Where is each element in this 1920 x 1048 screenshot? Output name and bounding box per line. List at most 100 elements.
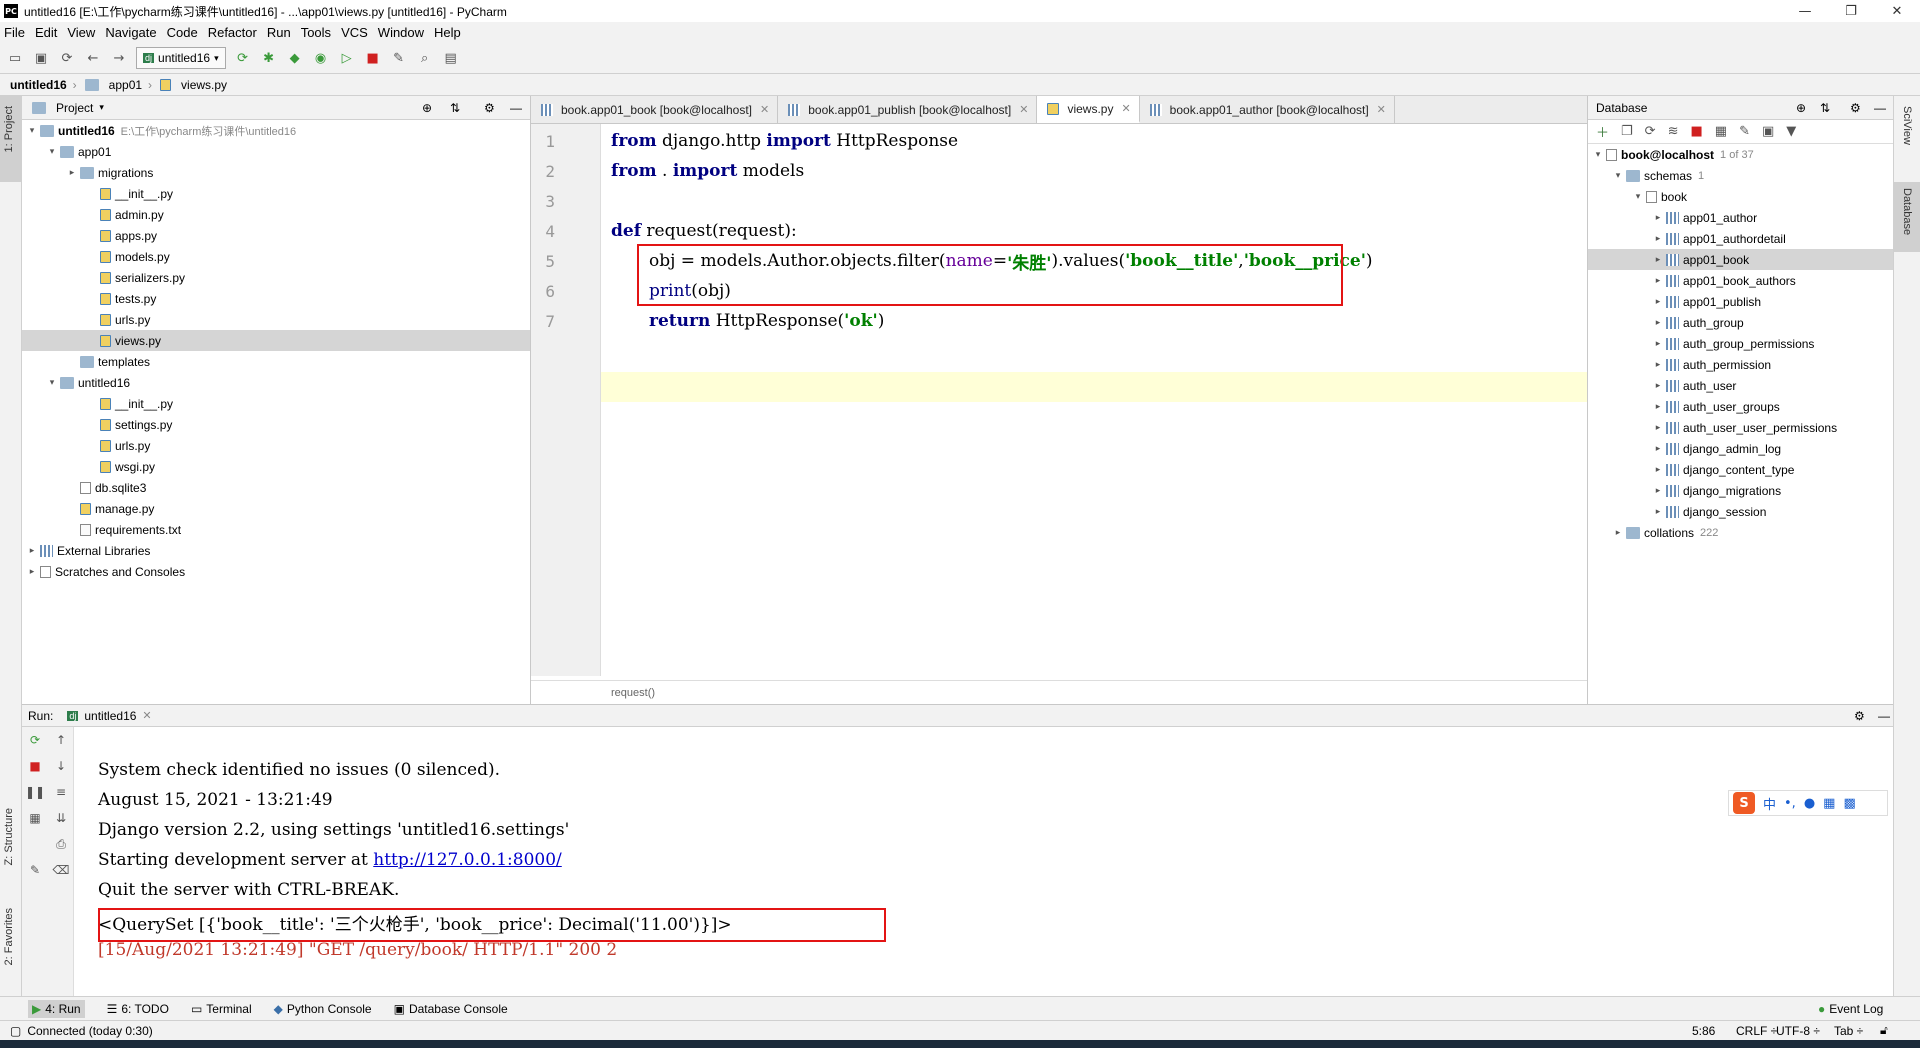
ime-language[interactable]: 中: [1763, 794, 1776, 813]
db-tree-item[interactable]: ▸ auth_user_groups: [1588, 396, 1893, 417]
server-link[interactable]: http://127.0.0.1:8000/: [373, 850, 562, 870]
debug-icon[interactable]: ✱: [260, 49, 278, 67]
editor-tab[interactable]: book.app01_book [book@localhost] ✕: [531, 96, 779, 123]
db-tree-item[interactable]: ▸ app01_book_authors: [1588, 270, 1893, 291]
breadcrumb-project[interactable]: untitled16: [10, 78, 67, 92]
tree-item[interactable]: admin.py: [22, 204, 530, 225]
tool-tab-terminal[interactable]: ▭ Terminal: [191, 1002, 252, 1016]
chevron-down-icon[interactable]: ▾: [26, 126, 38, 136]
tree-item[interactable]: __init__.py: [22, 393, 530, 414]
db-tree-item[interactable]: ▸ auth_user: [1588, 375, 1893, 396]
project-tool-tab[interactable]: 1: Project: [3, 106, 15, 152]
chevron-down-icon[interactable]: ▾: [1612, 171, 1624, 181]
menu-code[interactable]: Code: [167, 25, 198, 40]
chevron-right-icon[interactable]: ▸: [1612, 528, 1624, 538]
editor-tab[interactable]: book.app01_publish [book@localhost] ✕: [778, 96, 1038, 123]
concurrency-icon[interactable]: ▷: [338, 49, 356, 67]
microphone-icon[interactable]: ●: [1804, 796, 1815, 811]
tree-item[interactable]: __init__.py: [22, 183, 530, 204]
stop-icon[interactable]: ■: [364, 49, 382, 67]
tree-item[interactable]: requirements.txt: [22, 519, 530, 540]
save-icon[interactable]: ▣: [32, 49, 50, 67]
pause-icon[interactable]: ❚❚: [25, 783, 45, 801]
ime-toolbar[interactable]: S 中 •, ● ▦ ▩: [1728, 790, 1888, 816]
hide-icon[interactable]: —: [1874, 101, 1886, 115]
run-console[interactable]: System check identified no issues (0 sil…: [78, 727, 1893, 997]
tree-item[interactable]: db.sqlite3: [22, 477, 530, 498]
add-icon[interactable]: ＋: [1596, 122, 1609, 141]
keyboard-icon[interactable]: ▦: [1823, 796, 1835, 811]
chevron-right-icon[interactable]: ▸: [1652, 276, 1664, 286]
toolbox-icon[interactable]: ▩: [1843, 796, 1855, 811]
chevron-right-icon[interactable]: ▸: [26, 546, 38, 556]
menu-refactor[interactable]: Refactor: [208, 25, 257, 40]
filter-icon[interactable]: ▼: [1786, 124, 1796, 139]
indent-setting[interactable]: Tab ÷: [1834, 1024, 1863, 1038]
tree-item[interactable]: apps.py: [22, 225, 530, 246]
chevron-right-icon[interactable]: ▸: [1652, 444, 1664, 454]
tree-item[interactable]: models.py: [22, 246, 530, 267]
chevron-right-icon[interactable]: ▸: [1652, 234, 1664, 244]
db-tree-item[interactable]: ▾ book@localhost 1 of 37: [1588, 144, 1893, 165]
chevron-right-icon[interactable]: ▸: [1652, 213, 1664, 223]
gear-icon[interactable]: ⚙: [1854, 709, 1865, 723]
tool-tab-python-console[interactable]: ◆ Python Console: [274, 1002, 372, 1016]
close-window-button[interactable]: ✕: [1874, 0, 1920, 22]
pin-icon[interactable]: ✎: [26, 861, 44, 879]
db-tree-item[interactable]: ▸ auth_user_user_permissions: [1588, 417, 1893, 438]
structure-icon[interactable]: ▤: [442, 49, 460, 67]
close-icon[interactable]: ✕: [1019, 103, 1028, 116]
chevron-right-icon[interactable]: ▸: [1652, 486, 1664, 496]
run-tab[interactable]: untitled16: [84, 709, 136, 723]
chevron-down-icon[interactable]: ▾: [99, 102, 104, 113]
chevron-right-icon[interactable]: ▸: [1652, 255, 1664, 265]
ime-punctuation[interactable]: •,: [1784, 796, 1796, 811]
close-icon[interactable]: ✕: [142, 709, 151, 722]
menu-help[interactable]: Help: [434, 25, 461, 40]
minimize-button[interactable]: —: [1782, 0, 1828, 22]
chevron-right-icon[interactable]: ▸: [1652, 318, 1664, 328]
tree-item[interactable]: settings.py: [22, 414, 530, 435]
chevron-right-icon[interactable]: ▸: [1652, 465, 1664, 475]
locate-icon[interactable]: ⊕: [422, 101, 432, 115]
rerun-icon[interactable]: ⟳: [234, 49, 252, 67]
db-tree-item[interactable]: ▸ django_session: [1588, 501, 1893, 522]
tree-item[interactable]: manage.py: [22, 498, 530, 519]
db-tree-item[interactable]: ▸ app01_publish: [1588, 291, 1893, 312]
db-tree-item[interactable]: ▸ app01_authordetail: [1588, 228, 1893, 249]
chevron-right-icon[interactable]: ▸: [1652, 507, 1664, 517]
database-tool-tab[interactable]: Database: [1901, 188, 1913, 235]
tree-item[interactable]: ▾ untitled16 E:\工作\pycharm练习课件\untitled16: [22, 120, 530, 141]
chevron-right-icon[interactable]: ▸: [1652, 381, 1664, 391]
breadcrumb-folder[interactable]: app01: [109, 78, 142, 92]
menu-view[interactable]: View: [67, 25, 95, 40]
schema-icon[interactable]: ≋: [1668, 124, 1679, 139]
open-folder-icon[interactable]: ▭: [6, 49, 24, 67]
db-tree-item[interactable]: ▸ collations 222: [1588, 522, 1893, 543]
chevron-down-icon[interactable]: ▾: [1632, 192, 1644, 202]
db-tree-item[interactable]: ▾ book: [1588, 186, 1893, 207]
gear-icon[interactable]: ⚙: [484, 101, 495, 115]
scroll-to-end-icon[interactable]: ⇊: [52, 809, 70, 827]
chevron-down-icon[interactable]: ▾: [1592, 150, 1604, 160]
stop-icon[interactable]: ■: [26, 757, 44, 775]
menu-file[interactable]: File: [4, 25, 25, 40]
tree-item[interactable]: ▸ External Libraries: [22, 540, 530, 561]
db-tree-item[interactable]: ▸ auth_group: [1588, 312, 1893, 333]
menu-window[interactable]: Window: [378, 25, 424, 40]
copy-icon[interactable]: ❐: [1621, 124, 1633, 139]
db-tree-item[interactable]: ▸ django_admin_log: [1588, 438, 1893, 459]
soft-wrap-icon[interactable]: ≡: [52, 783, 70, 801]
file-encoding[interactable]: UTF-8 ÷: [1776, 1024, 1820, 1038]
db-tree-item[interactable]: ▸ auth_permission: [1588, 354, 1893, 375]
trash-icon[interactable]: ⌫: [52, 861, 70, 879]
console-icon[interactable]: ▣: [1762, 124, 1774, 139]
close-icon[interactable]: ✕: [1377, 103, 1386, 116]
tree-item[interactable]: serializers.py: [22, 267, 530, 288]
cursor-position[interactable]: 5:86: [1692, 1024, 1715, 1038]
tree-item[interactable]: templates: [22, 351, 530, 372]
tree-item[interactable]: ▾ untitled16: [22, 372, 530, 393]
chevron-down-icon[interactable]: ▾: [46, 147, 58, 157]
collapse-icon[interactable]: ⇅: [450, 101, 460, 115]
db-tree-item[interactable]: ▸ django_content_type: [1588, 459, 1893, 480]
